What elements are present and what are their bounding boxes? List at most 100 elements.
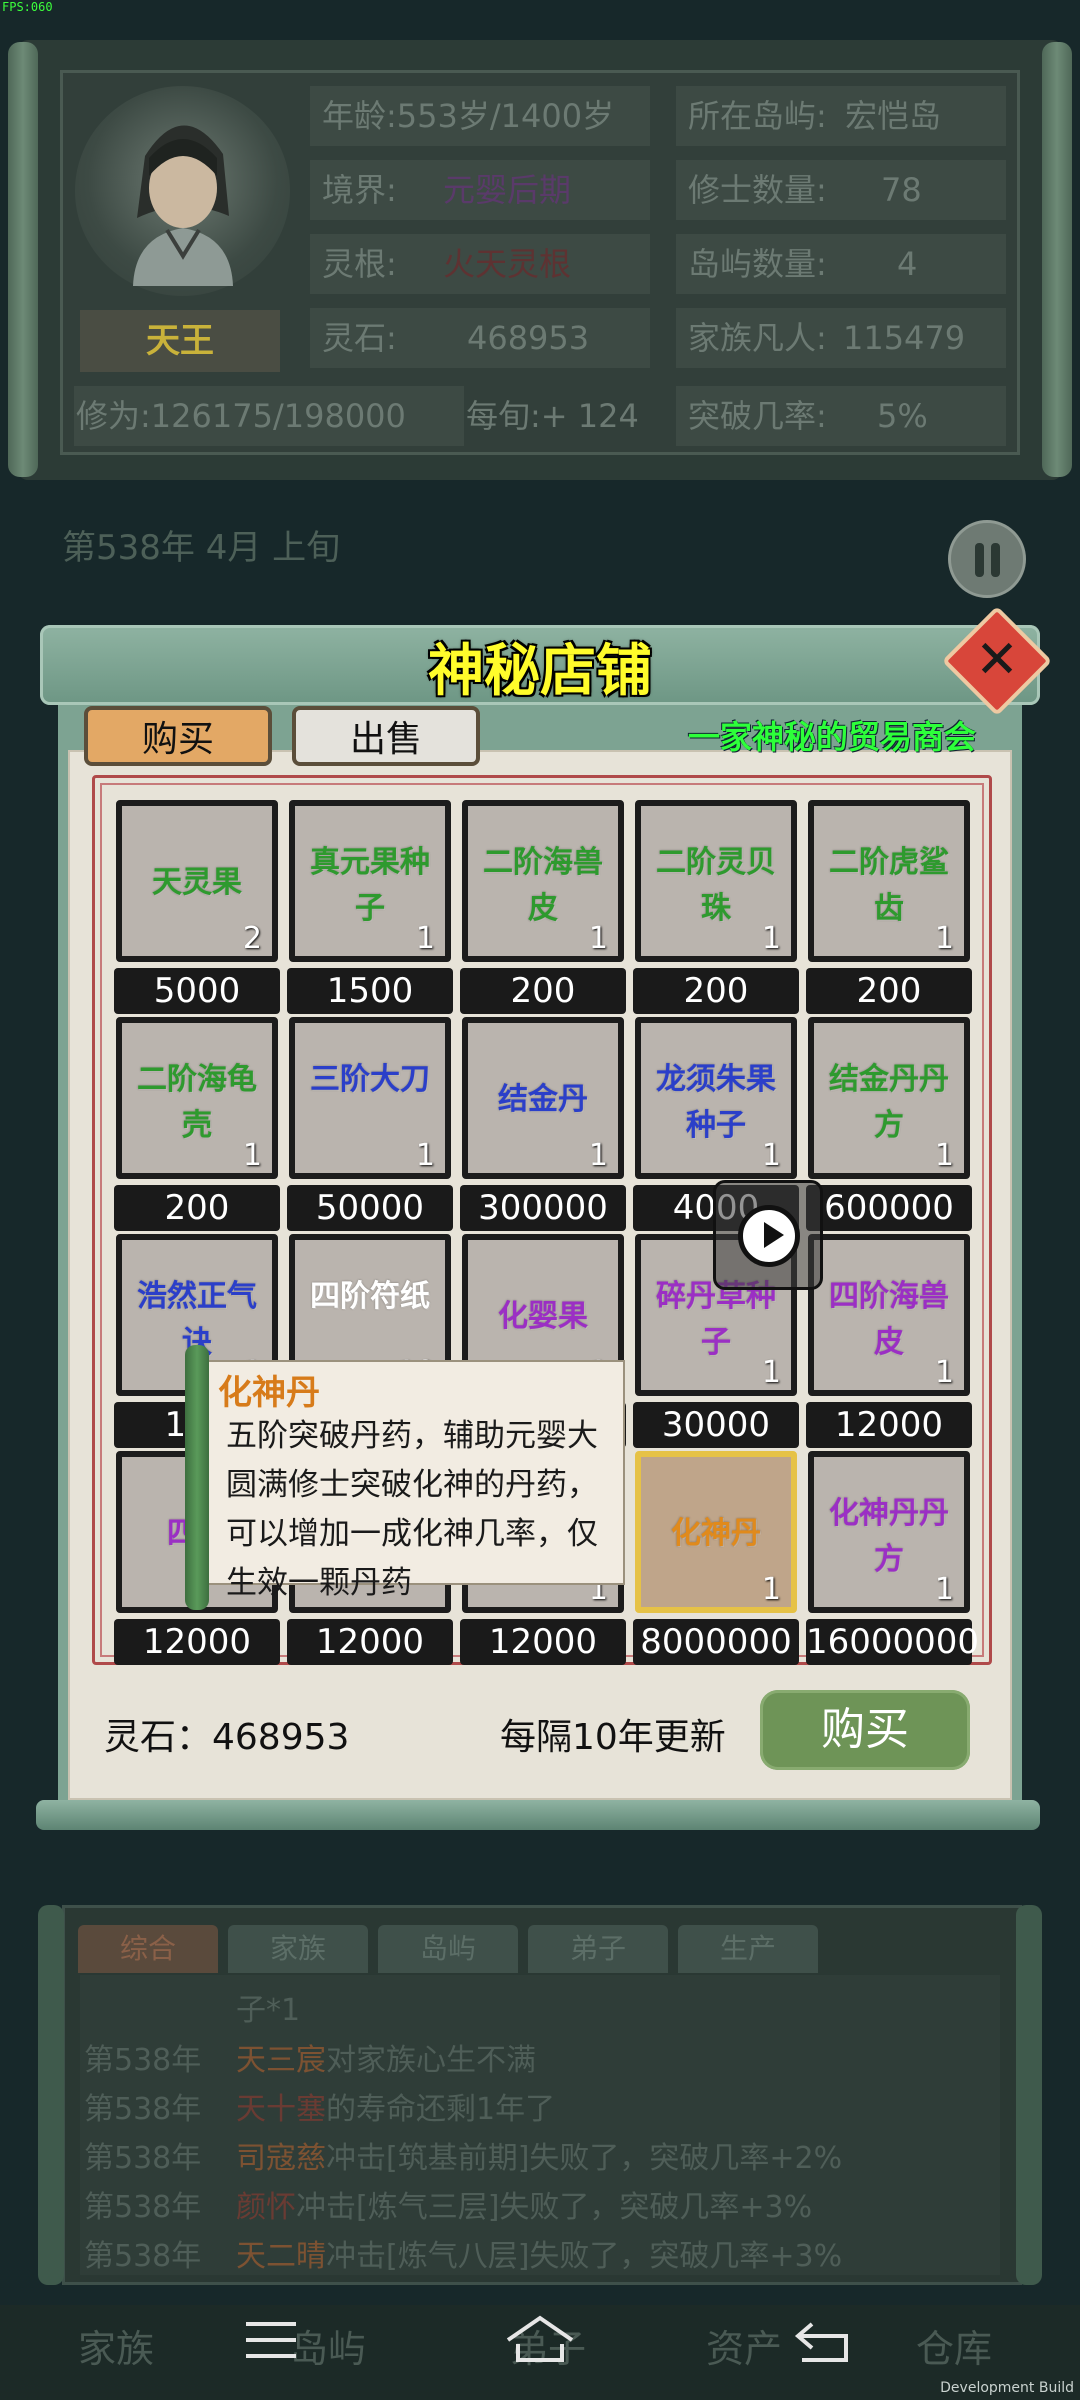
nav-warehouse[interactable]: 仓库 <box>916 2318 992 2373</box>
stat-realm: 境界: 元婴后期 <box>310 160 650 220</box>
shop-item[interactable]: 结金丹 1 <box>462 1017 624 1179</box>
log-person[interactable]: 颜怀 <box>236 2190 296 2225</box>
stat-mortals-value: 115479 <box>842 319 966 357</box>
log-tab-production[interactable]: 生产 <box>678 1925 818 1973</box>
shop-item-price: 200 <box>806 968 972 1014</box>
shop-item-name: 结金丹丹方 <box>829 1062 949 1143</box>
video-ad-button[interactable] <box>713 1180 823 1290</box>
shop-item-qty: 1 <box>761 1355 781 1390</box>
log-text: 冲击[筑基前期]失败了，突破几率+2% <box>326 2141 843 2176</box>
stat-breakthrough-label: 突破几率: <box>688 397 827 435</box>
shop-item[interactable]: 二阶海兽皮 1 <box>462 800 624 962</box>
shop-item[interactable]: 二阶海龟壳 1 <box>116 1017 278 1179</box>
shop-item-price: 1500 <box>287 968 453 1014</box>
tab-sell[interactable]: 出售 <box>292 706 480 766</box>
stat-cultivators: 修士数量: 78 <box>676 160 1006 220</box>
shop-item-price: 12000 <box>287 1619 453 1665</box>
home-icon[interactable] <box>504 2314 576 2366</box>
stat-cultivation-value: 126175/198000 <box>150 397 406 435</box>
shop-item-price: 5000 <box>114 968 280 1014</box>
shop-item[interactable]: 二阶虎鲨齿 1 <box>808 800 970 962</box>
shop-item[interactable]: 化神丹 1 <box>635 1451 797 1613</box>
character-portrait[interactable] <box>75 86 290 296</box>
stat-island-value: 宏恺岛 <box>844 97 941 135</box>
stat-islands-value: 4 <box>896 245 918 283</box>
shop-item-qty: 1 <box>415 921 435 956</box>
shop-footer <box>36 1800 1040 1830</box>
tooltip-scroll-rod <box>185 1345 209 1610</box>
log-text: 冲击[炼气八层]失败了，突破几率+3% <box>326 2239 843 2274</box>
shop-item[interactable]: 三阶大刀 1 <box>289 1017 451 1179</box>
stat-age-label: 年龄: <box>322 97 397 135</box>
shop-item-price: 200 <box>633 968 799 1014</box>
stat-mortals-label: 家族凡人: <box>688 319 827 357</box>
shop-item-price: 50000 <box>287 1185 453 1231</box>
shop-item[interactable]: 化神丹丹方 1 <box>808 1451 970 1613</box>
dev-build-label: Development Build <box>940 2380 1074 2396</box>
log-tab-overview[interactable]: 综合 <box>78 1925 218 1973</box>
close-icon[interactable]: ✕ <box>958 620 1036 698</box>
stat-age-value: 553岁/1400岁 <box>396 97 615 135</box>
shop-item-qty: 1 <box>588 921 608 956</box>
shop-item[interactable]: 结金丹丹方 1 <box>808 1017 970 1179</box>
log-rod-left <box>38 1905 64 2285</box>
log-line: 第538年 司寇慈冲击[筑基前期]失败了，突破几率+2% <box>84 2133 842 2177</box>
stat-islands: 岛屿数量: 4 <box>676 234 1006 294</box>
shop-item-name: 结金丹 <box>498 1082 588 1117</box>
stat-realm-value: 元婴后期 <box>442 171 571 209</box>
tab-buy[interactable]: 购买 <box>84 706 272 766</box>
shop-item[interactable]: 真元果种子 1 <box>289 800 451 962</box>
stat-root-value: 火天灵根 <box>442 245 571 283</box>
shop-item-name: 天灵果 <box>152 865 242 900</box>
log-person[interactable]: 天三宸 <box>236 2043 326 2078</box>
log-year: 第538年 <box>84 2239 202 2274</box>
buy-button[interactable]: 购买 <box>760 1690 970 1770</box>
log-rod-right <box>1016 1905 1042 2285</box>
nav-islands[interactable]: 岛屿 <box>290 2318 366 2373</box>
log-line: 第538年 天三宸对家族心生不满 <box>84 2035 536 2079</box>
shop-item-name: 二阶虎鲨齿 <box>829 845 949 926</box>
log-tab-islands[interactable]: 岛屿 <box>378 1925 518 1973</box>
log-person[interactable]: 司寇慈 <box>236 2141 326 2176</box>
shop-item-price: 30000 <box>633 1402 799 1448</box>
tooltip-description: 五阶突破丹药，辅助元婴大圆满修士突破化神的丹药，可以增加一成化神几率，仅生效一颗… <box>226 1418 598 1601</box>
log-person[interactable]: 天二晴 <box>236 2239 326 2274</box>
shop-item-name: 四阶符纸 <box>310 1279 430 1314</box>
stat-per-period-value: + 124 <box>540 397 639 435</box>
stat-stones: 灵石: 468953 <box>310 308 650 368</box>
refresh-note: 每隔10年更新 <box>500 1717 726 1758</box>
back-icon[interactable] <box>792 2318 852 2364</box>
stat-breakthrough: 突破几率: 5% <box>676 386 1006 446</box>
log-tab-disciples[interactable]: 弟子 <box>528 1925 668 1973</box>
shop-item[interactable]: 龙须朱果种子 1 <box>635 1017 797 1179</box>
stat-island: 所在岛屿: 宏恺岛 <box>676 86 1006 146</box>
scroll-rod-left <box>8 42 38 477</box>
character-name: 天王 <box>80 310 280 372</box>
log-tab-family[interactable]: 家族 <box>228 1925 368 1973</box>
shop-item[interactable]: 天灵果 2 <box>116 800 278 962</box>
play-triangle-icon <box>764 1222 784 1248</box>
menu-icon[interactable] <box>244 2318 298 2362</box>
shop-item-name: 真元果种子 <box>310 845 430 926</box>
stat-per-period-label: 每旬: <box>466 397 541 435</box>
log-text: 的寿命还剩1年了 <box>326 2092 556 2127</box>
nav-family[interactable]: 家族 <box>78 2318 154 2373</box>
shop-item-qty: 1 <box>934 1355 954 1390</box>
log-text: 对家族心生不满 <box>326 2043 536 2078</box>
stat-age: 年龄:553岁/1400岁 <box>310 86 650 146</box>
shop-item-price: 16000000 <box>806 1619 979 1665</box>
nav-assets[interactable]: 资产 <box>706 2318 782 2373</box>
shop-item-price: 300000 <box>460 1185 626 1231</box>
shop-item-name: 龙须朱果种子 <box>656 1062 776 1143</box>
shop-item-qty: 1 <box>761 1572 781 1607</box>
shop-item-price: 200 <box>460 968 626 1014</box>
shop-item[interactable]: 二阶灵贝珠 1 <box>635 800 797 962</box>
log-line: 第538年 天十塞的寿命还剩1年了 <box>84 2084 555 2128</box>
shop-item-name: 四阶海兽皮 <box>829 1279 949 1360</box>
shop-item-price: 8000000 <box>633 1619 799 1665</box>
pause-button[interactable] <box>948 520 1026 598</box>
shop-item[interactable]: 四阶海兽皮 1 <box>808 1234 970 1396</box>
log-year: 第538年 <box>84 2043 202 2078</box>
log-person[interactable]: 天十塞 <box>236 2092 326 2127</box>
log-year: 第538年 <box>84 2190 202 2225</box>
